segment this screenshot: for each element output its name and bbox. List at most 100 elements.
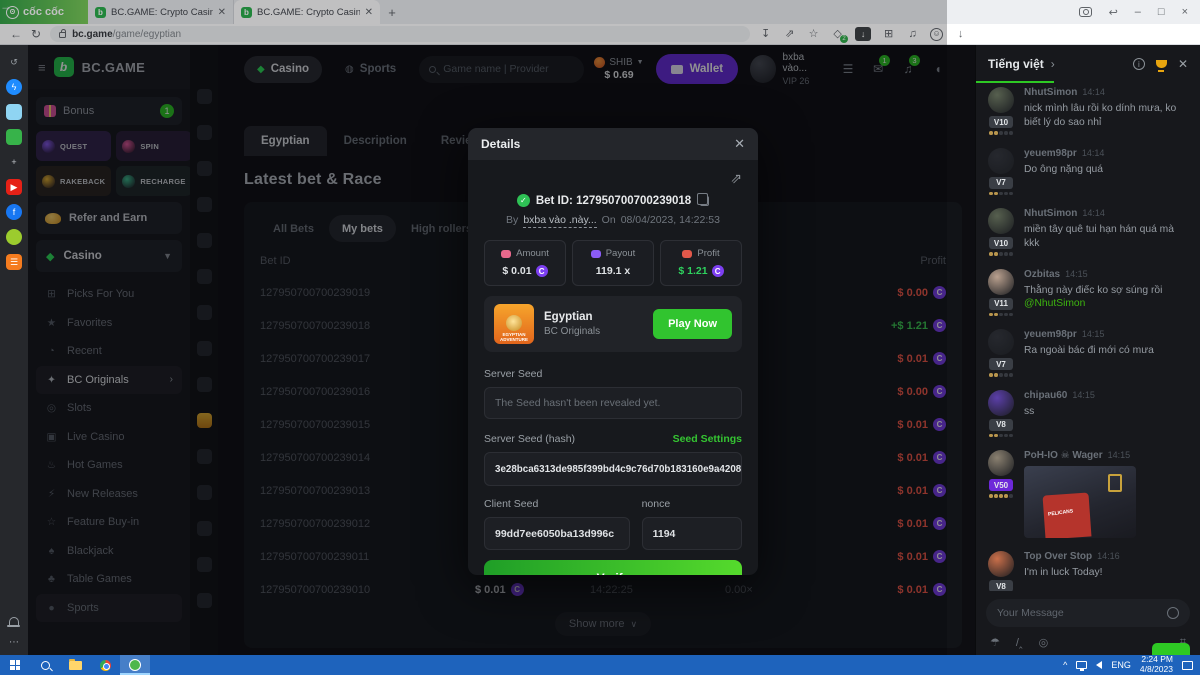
download-icon[interactable]: ↓ xyxy=(954,29,967,40)
sidebar-tile-spin[interactable]: SPIN xyxy=(116,131,190,161)
chat-username[interactable]: PoH-IO ☠ Wager14:15 xyxy=(1024,450,1190,461)
tab-close-icon[interactable]: ✕ xyxy=(218,7,226,18)
hamburger-menu-icon[interactable]: ≡ xyxy=(38,60,46,75)
bookmark-star-icon[interactable]: ☆ xyxy=(807,29,820,40)
back-icon[interactable]: ← xyxy=(10,28,22,40)
sidebar-item-bc-originals[interactable]: ✦BC Originals› xyxy=(36,366,182,395)
sidebar-item-feature-buy-in[interactable]: ☆Feature Buy-in xyxy=(36,508,182,537)
sidebar-casino-dropdown[interactable]: ◆ Casino ▼ xyxy=(36,240,182,272)
show-more-button[interactable]: Show more ∨ xyxy=(555,612,651,636)
slash-command-icon[interactable]: /‸ xyxy=(1016,636,1023,649)
server-seed-hash-field[interactable]: 3e28bca6313de985f399bd4c9c76d70b183160e9… xyxy=(484,452,742,486)
new-tab-button[interactable]: + xyxy=(380,0,404,24)
chevron-right-icon[interactable]: › xyxy=(1051,57,1055,71)
share-icon[interactable]: ⇗ xyxy=(783,29,796,40)
game-icon[interactable] xyxy=(197,305,212,320)
menu-list-icon[interactable]: ☰ xyxy=(839,62,857,76)
sidebar-item-bonus[interactable]: Bonus 1 xyxy=(36,97,182,125)
tab-close-icon[interactable]: ✕ xyxy=(365,7,373,18)
sidebar-item-slots[interactable]: ◎Slots xyxy=(36,394,182,423)
chat-username[interactable]: yeuem98pr14:15 xyxy=(1024,329,1190,340)
coccoc-taskbar-icon[interactable] xyxy=(120,655,150,675)
game-icon[interactable] xyxy=(197,233,212,248)
chat-app-icon[interactable] xyxy=(6,104,22,120)
coin-drop-icon[interactable]: ◎ xyxy=(1039,636,1049,649)
game-icon[interactable] xyxy=(197,521,212,536)
wallet-button[interactable]: Wallet xyxy=(656,54,738,84)
client-seed-field[interactable]: 99dd7ee6050ba13d996c xyxy=(484,517,630,550)
avatar[interactable] xyxy=(988,208,1014,234)
tab-description[interactable]: Description xyxy=(327,126,424,156)
more-options-icon[interactable]: ⋯ xyxy=(9,637,19,648)
avatar[interactable] xyxy=(988,329,1014,355)
avatar[interactable] xyxy=(988,390,1014,416)
speaker-icon[interactable] xyxy=(1096,661,1102,669)
avatar[interactable] xyxy=(988,551,1014,577)
rain-icon[interactable]: ☂ xyxy=(990,636,1000,649)
facebook-icon[interactable]: f xyxy=(6,204,22,220)
game-center-icon[interactable] xyxy=(6,129,22,145)
game-icon[interactable] xyxy=(197,377,212,392)
chat-mention[interactable]: @NhutSimon xyxy=(1024,298,1085,309)
sidebar-item-favorites[interactable]: ★Favorites xyxy=(36,309,182,338)
game-icon[interactable] xyxy=(197,125,212,140)
tray-expand-icon[interactable]: ^ xyxy=(1063,660,1067,670)
chrome-icon[interactable] xyxy=(90,655,120,675)
user-profile[interactable]: bxba vào... VIP 26 xyxy=(750,52,827,86)
game-icon[interactable] xyxy=(197,449,212,464)
copy-icon[interactable] xyxy=(700,196,709,206)
seed-settings-link[interactable]: Seed Settings xyxy=(673,433,742,445)
save-page-icon[interactable]: ↧ xyxy=(759,29,772,40)
extensions-icon[interactable]: ⊞ xyxy=(882,29,895,40)
shopping-icon[interactable]: ☰ xyxy=(6,254,22,270)
game-icon[interactable] xyxy=(197,557,212,572)
youtube-icon[interactable]: ▶ xyxy=(6,179,22,195)
action-center-icon[interactable] xyxy=(1182,661,1193,670)
file-explorer-icon[interactable] xyxy=(60,655,90,675)
browser-tab[interactable]: bBC.GAME: Crypto Casino Ga✕ xyxy=(234,0,380,24)
media-list-icon[interactable]: ♫ xyxy=(906,29,919,40)
profile-icon[interactable]: ☺ xyxy=(930,28,943,41)
sidebar-tile-rakeback[interactable]: RAKEBACK xyxy=(36,166,111,196)
game-icon[interactable] xyxy=(197,485,212,500)
emoji-icon[interactable] xyxy=(1167,607,1179,619)
chat-image-pelicans[interactable]: PELICANS xyxy=(1024,466,1136,538)
avatar[interactable] xyxy=(988,450,1014,476)
download-active-icon[interactable]: ↓ xyxy=(855,27,871,41)
clock[interactable]: 2:24 PM 4/8/2023 xyxy=(1140,655,1173,675)
player-link[interactable]: bxba vào .này... xyxy=(523,214,596,228)
taskbar-search-button[interactable] xyxy=(30,655,60,675)
avatar[interactable] xyxy=(988,269,1014,295)
history-icon[interactable]: ↺ xyxy=(6,54,22,70)
chat-username[interactable]: NhutSimon14:14 xyxy=(1024,208,1190,219)
sidebar-item-table-games[interactable]: ♣Table Games xyxy=(36,565,182,594)
game-icon[interactable] xyxy=(197,413,212,428)
game-icon[interactable] xyxy=(197,89,212,104)
refresh-icon[interactable]: ↻ xyxy=(31,28,41,40)
chat-close-icon[interactable]: ✕ xyxy=(1178,57,1188,71)
game-icon[interactable] xyxy=(197,593,212,608)
chat-username[interactable]: chipau6014:15 xyxy=(1024,390,1190,401)
nav-sports[interactable]: ◍ Sports xyxy=(332,56,409,83)
nav-casino[interactable]: ◆ Casino xyxy=(244,56,322,83)
sidebar-item-recent[interactable]: ◔Recent xyxy=(36,337,182,366)
sidebar-item-picks-for-you[interactable]: ⊞Picks For You xyxy=(36,280,182,309)
network-icon[interactable] xyxy=(1076,661,1087,669)
sports-ball-icon[interactable] xyxy=(6,229,22,245)
balance-selector[interactable]: SHIB▼ $ 0.69 xyxy=(594,57,643,81)
chat-message-input[interactable]: Your Message xyxy=(986,599,1190,627)
chat-username[interactable]: Ozbitas14:15 xyxy=(1024,269,1190,280)
nonce-field[interactable]: 1194 xyxy=(642,517,742,550)
notification-bell-icon[interactable] xyxy=(9,617,19,625)
game-thumbnail[interactable]: EGYPTIAN ADVENTURE xyxy=(494,304,534,344)
feed-icon[interactable]: ↩ xyxy=(1109,6,1118,19)
sidebar-item-new-releases[interactable]: ⚡New Releases xyxy=(36,480,182,509)
add-panel-icon[interactable]: + xyxy=(6,154,22,170)
tab-egyptian[interactable]: Egyptian xyxy=(244,126,327,156)
chat-username[interactable]: yeuem98pr14:14 xyxy=(1024,148,1190,159)
start-button[interactable] xyxy=(0,655,30,675)
minimize-button[interactable]: – xyxy=(1135,6,1141,18)
bell-icon[interactable]: ♫3 xyxy=(899,62,917,76)
chat-username[interactable]: NhutSimon14:14 xyxy=(1024,87,1190,98)
chat-language[interactable]: Tiếng việt xyxy=(988,57,1044,71)
